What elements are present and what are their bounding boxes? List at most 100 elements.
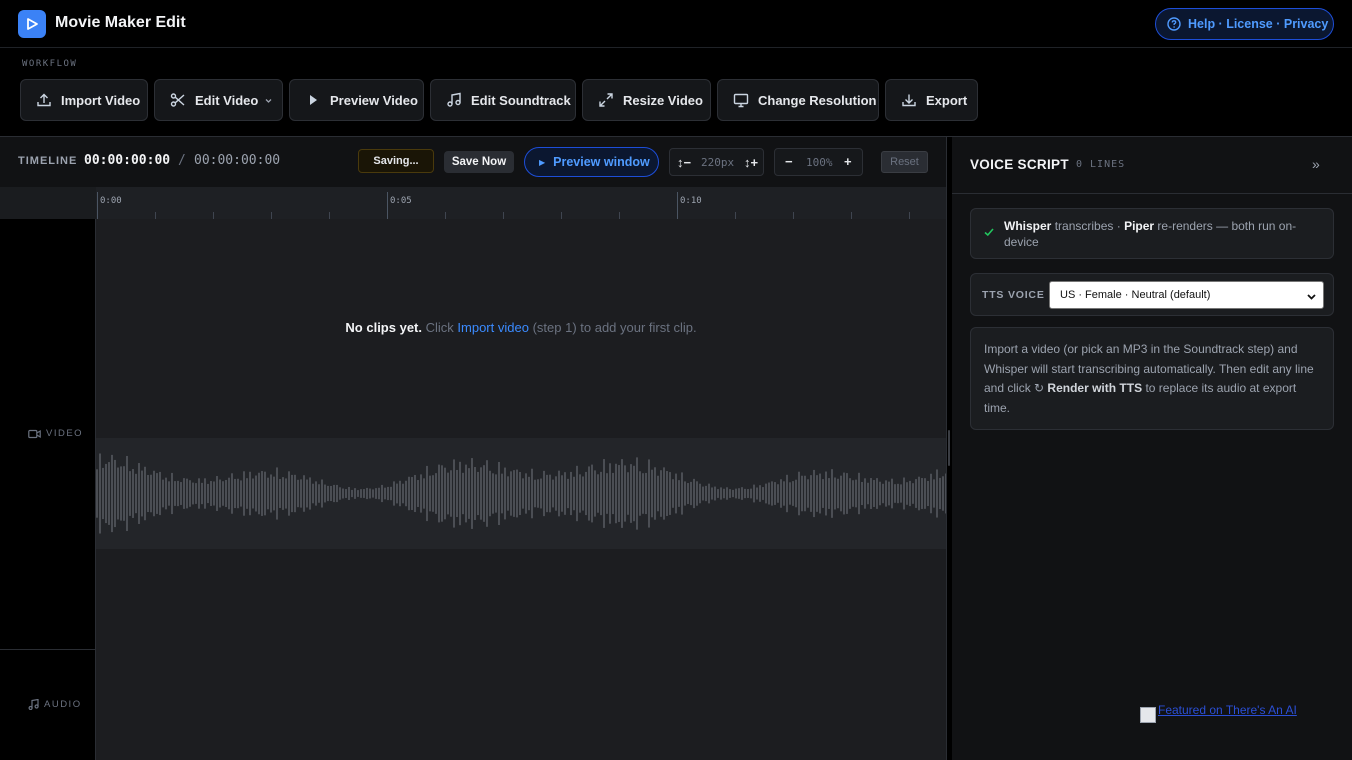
waveform-bar [375, 488, 377, 499]
waveform-bar [726, 487, 728, 500]
waveform-bar [156, 473, 158, 514]
audio-waveform [96, 438, 946, 549]
collapse-panel-icon[interactable]: » [1312, 156, 1320, 172]
waveform-bar [612, 472, 614, 515]
waveform-bar [402, 483, 404, 504]
waveform-bar [492, 473, 494, 514]
waveform-bar [381, 484, 383, 503]
video-camera-icon [28, 429, 41, 438]
waveform-bar [897, 483, 899, 504]
tts-voice-selected: US · Female · Neutral (default) [1060, 289, 1211, 301]
waveform-bar [261, 471, 263, 516]
waveform-bar [246, 478, 248, 509]
resize-grip-handle[interactable] [948, 430, 950, 466]
waveform-bar [291, 474, 293, 513]
preview-video-label: Preview Video [330, 92, 418, 108]
waveform-bar [222, 481, 224, 506]
waveform-bar [132, 469, 134, 518]
track-labels [0, 219, 96, 760]
waveform-bar [771, 481, 773, 506]
featured-badge-link[interactable]: Featured on There's An AI [1140, 703, 1297, 723]
waveform-bar [459, 461, 461, 526]
help-links-label: Help · License · Privacy [1188, 17, 1329, 31]
waveform-bar [417, 480, 419, 507]
ruler-tick-minor [561, 212, 562, 219]
waveform-bar [423, 478, 425, 509]
waveform-bar [588, 466, 590, 521]
ruler-tick-minor [445, 212, 446, 219]
waveform-bar [690, 481, 692, 506]
edit-soundtrack-button[interactable]: Edit Soundtrack [430, 79, 576, 121]
import-video-button[interactable]: Import Video [20, 79, 148, 121]
waveform-bar [912, 483, 914, 504]
waveform-bar [915, 479, 917, 508]
preview-window-label: Preview window [553, 155, 650, 169]
waveform-bar [408, 476, 410, 511]
ruler-tick-major [97, 192, 98, 219]
reset-button[interactable]: Reset [881, 151, 928, 173]
track-height-decrease-button[interactable]: ↕− [677, 155, 691, 170]
waveform-bar [645, 472, 647, 515]
waveform-bar [171, 472, 173, 515]
waveform-bar [606, 473, 608, 514]
waveform-bar [903, 477, 905, 510]
waveform-bar [264, 471, 266, 516]
waveform-bar [618, 465, 620, 522]
waveform-bar [900, 484, 902, 503]
resize-video-button[interactable]: Resize Video [582, 79, 711, 121]
edit-video-button[interactable]: Edit Video [154, 79, 283, 121]
waveform-bar [717, 489, 719, 498]
waveform-bar [267, 477, 269, 510]
waveform-bar [729, 489, 731, 498]
change-resolution-button[interactable]: Change Resolution [717, 79, 879, 121]
video-track-name: VIDEO [46, 428, 84, 439]
render-with-tts-label: Render with TTS [1047, 381, 1143, 395]
expand-icon [599, 93, 613, 107]
waveform-bar [750, 488, 752, 499]
waveform-bar [531, 468, 533, 519]
waveform-bar [225, 479, 227, 508]
import-video-link[interactable]: Import video [457, 320, 529, 335]
waveform-bar [363, 489, 365, 498]
waveform-bar [234, 478, 236, 509]
waveform-bar [822, 479, 824, 508]
waveform-bar [351, 489, 353, 498]
waveform-bar [597, 474, 599, 513]
track-height-increase-button[interactable]: ↕+ [744, 155, 758, 170]
waveform-bar [939, 477, 941, 510]
export-button[interactable]: Export [885, 79, 978, 121]
empty-pre: Click [425, 320, 454, 335]
engine-info-t1: transcribes · [1054, 219, 1121, 233]
waveform-bar [651, 469, 653, 518]
waveform-bar [741, 487, 743, 500]
waveform-bar [564, 472, 566, 515]
waveform-bar [411, 477, 413, 510]
waveform-bar [228, 477, 230, 510]
preview-video-button[interactable]: Preview Video [289, 79, 424, 121]
waveform-bar [837, 478, 839, 509]
waveform-bar [249, 471, 251, 516]
audio-track-label: AUDIO [28, 699, 82, 710]
zoom-in-button[interactable]: + [844, 154, 852, 169]
waveform-bar [627, 472, 629, 515]
waveform-bar [798, 471, 800, 516]
waveform-bar [495, 474, 497, 513]
waveform-bar [237, 478, 239, 509]
zoom-out-button[interactable]: − [785, 154, 793, 169]
preview-window-button[interactable]: ▶ Preview window [524, 147, 659, 177]
waveform-bar [462, 472, 464, 515]
waveform-bar [909, 480, 911, 507]
waveform-bar [435, 473, 437, 514]
waveform-bar [768, 482, 770, 505]
timeline-ruler[interactable] [0, 187, 946, 219]
waveform-bar [252, 478, 254, 509]
help-license-privacy-button[interactable]: Help · License · Privacy [1155, 8, 1334, 40]
play-icon: ▶ [539, 157, 546, 167]
save-now-button[interactable]: Save Now [444, 151, 514, 173]
timeline-toolbar: TIMELINE 00:00:00:00 / 00:00:00:00 Savin… [0, 137, 946, 187]
waveform-bar [525, 473, 527, 514]
waveform-bar [174, 481, 176, 506]
waveform-bar [180, 482, 182, 505]
ruler-label-10: 0:10 [680, 196, 702, 206]
tts-voice-select[interactable]: US · Female · Neutral (default) [1049, 281, 1324, 309]
